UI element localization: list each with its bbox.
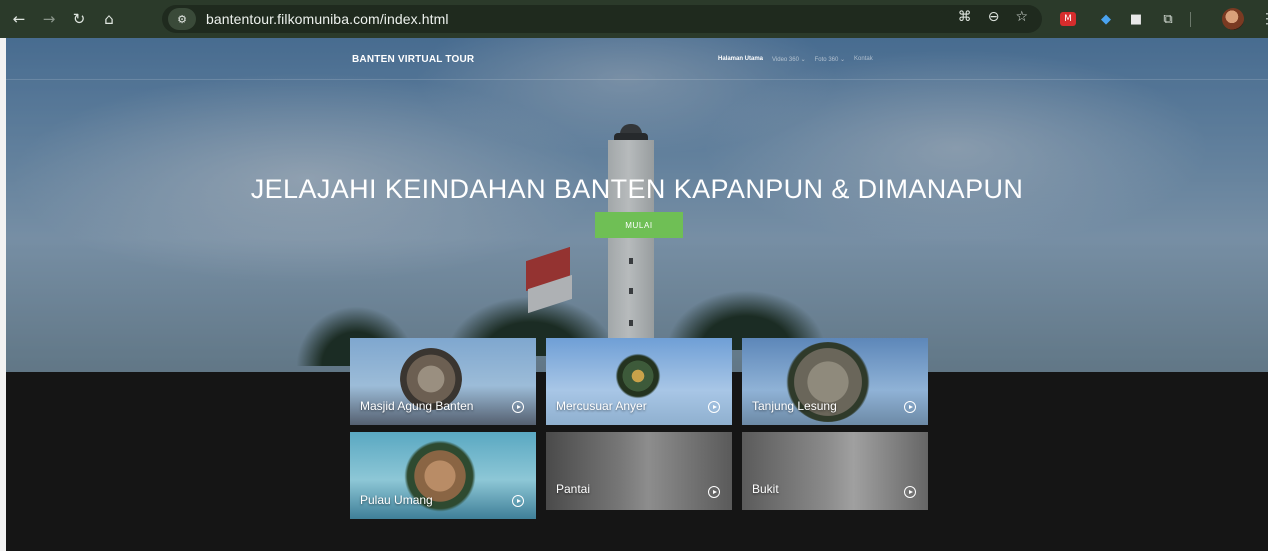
extension-note-icon[interactable]: ■: [1126, 9, 1146, 29]
start-button[interactable]: MULAI: [595, 212, 683, 238]
card-title: Pantai: [556, 482, 591, 496]
site-info-icon[interactable]: ⚙: [168, 8, 196, 30]
translate-icon[interactable]: ⌘: [958, 9, 972, 25]
puzzle-icon[interactable]: ⧉: [1158, 9, 1178, 29]
flag-image: [526, 246, 570, 292]
nav-video-dropdown[interactable]: Video 360 ⌄: [772, 56, 806, 63]
tour-card-mercusuar-anyer[interactable]: Mercusuar Anyer: [546, 338, 732, 425]
zoom-icon[interactable]: ⊖: [988, 9, 1000, 25]
forward-icon[interactable]: →: [38, 8, 60, 30]
nav-contact-link[interactable]: Kontak: [854, 56, 873, 63]
lighthouse-image: [620, 124, 642, 136]
card-title: Masjid Agung Banten: [360, 399, 474, 413]
lighthouse-window: [629, 320, 633, 326]
card-title: Pulau Umang: [360, 493, 433, 507]
menu-icon[interactable]: ⋮: [1260, 10, 1268, 27]
play-icon[interactable]: [708, 486, 720, 498]
tour-card-masjid-agung-banten[interactable]: Masjid Agung Banten: [350, 338, 536, 425]
hero-title: JELAJAHI KEINDAHAN BANTEN KAPANPUN & DIM…: [250, 174, 1024, 204]
lighthouse-window: [629, 288, 633, 294]
tour-card-bukit[interactable]: Bukit: [742, 432, 928, 510]
profile-avatar[interactable]: [1222, 8, 1244, 30]
browser-toolbar: ← → ↻ ⌂ ⚙ bantentour.filkomuniba.com/ind…: [0, 0, 1268, 38]
address-bar[interactable]: ⚙ bantentour.filkomuniba.com/index.html …: [162, 5, 1042, 33]
lighthouse-image: [614, 133, 648, 157]
tour-card-pulau-umang[interactable]: Pulau Umang: [350, 432, 536, 519]
card-title: Tanjung Lesung: [752, 399, 837, 413]
nav-photo-dropdown[interactable]: Foto 360 ⌄: [815, 56, 845, 63]
extension-blue-icon[interactable]: ◆: [1096, 9, 1116, 29]
site-brand[interactable]: BANTEN VIRTUAL TOUR: [352, 54, 474, 65]
play-icon[interactable]: [904, 486, 916, 498]
nav-menu: Halaman Utama Video 360 ⌄ Foto 360 ⌄ Kon…: [718, 56, 873, 63]
extension-red-icon[interactable]: M: [1060, 12, 1076, 26]
reload-icon[interactable]: ↻: [68, 8, 90, 30]
panorama-thumbnail: [614, 352, 662, 400]
home-icon[interactable]: ⌂: [98, 8, 120, 30]
tour-card-pantai[interactable]: Pantai: [546, 432, 732, 510]
lighthouse-window: [629, 258, 633, 264]
flag-image: [528, 274, 572, 314]
back-icon[interactable]: ←: [8, 8, 30, 30]
play-icon[interactable]: [904, 401, 916, 413]
play-icon[interactable]: [512, 401, 524, 413]
play-icon[interactable]: [512, 495, 524, 507]
nav-home-link[interactable]: Halaman Utama: [718, 56, 763, 63]
bookmark-star-icon[interactable]: ☆: [1015, 9, 1028, 25]
toolbar-divider: [1190, 12, 1191, 27]
url-text[interactable]: bantentour.filkomuniba.com/index.html: [206, 11, 449, 27]
site-navbar: BANTEN VIRTUAL TOUR Halaman Utama Video …: [6, 38, 1268, 80]
play-icon[interactable]: [708, 401, 720, 413]
card-title: Mercusuar Anyer: [556, 399, 647, 413]
hero-section: [6, 38, 1268, 372]
tour-card-tanjung-lesung[interactable]: Tanjung Lesung: [742, 338, 928, 425]
card-title: Bukit: [752, 482, 779, 496]
page-viewport: BANTEN VIRTUAL TOUR Halaman Utama Video …: [6, 38, 1268, 551]
